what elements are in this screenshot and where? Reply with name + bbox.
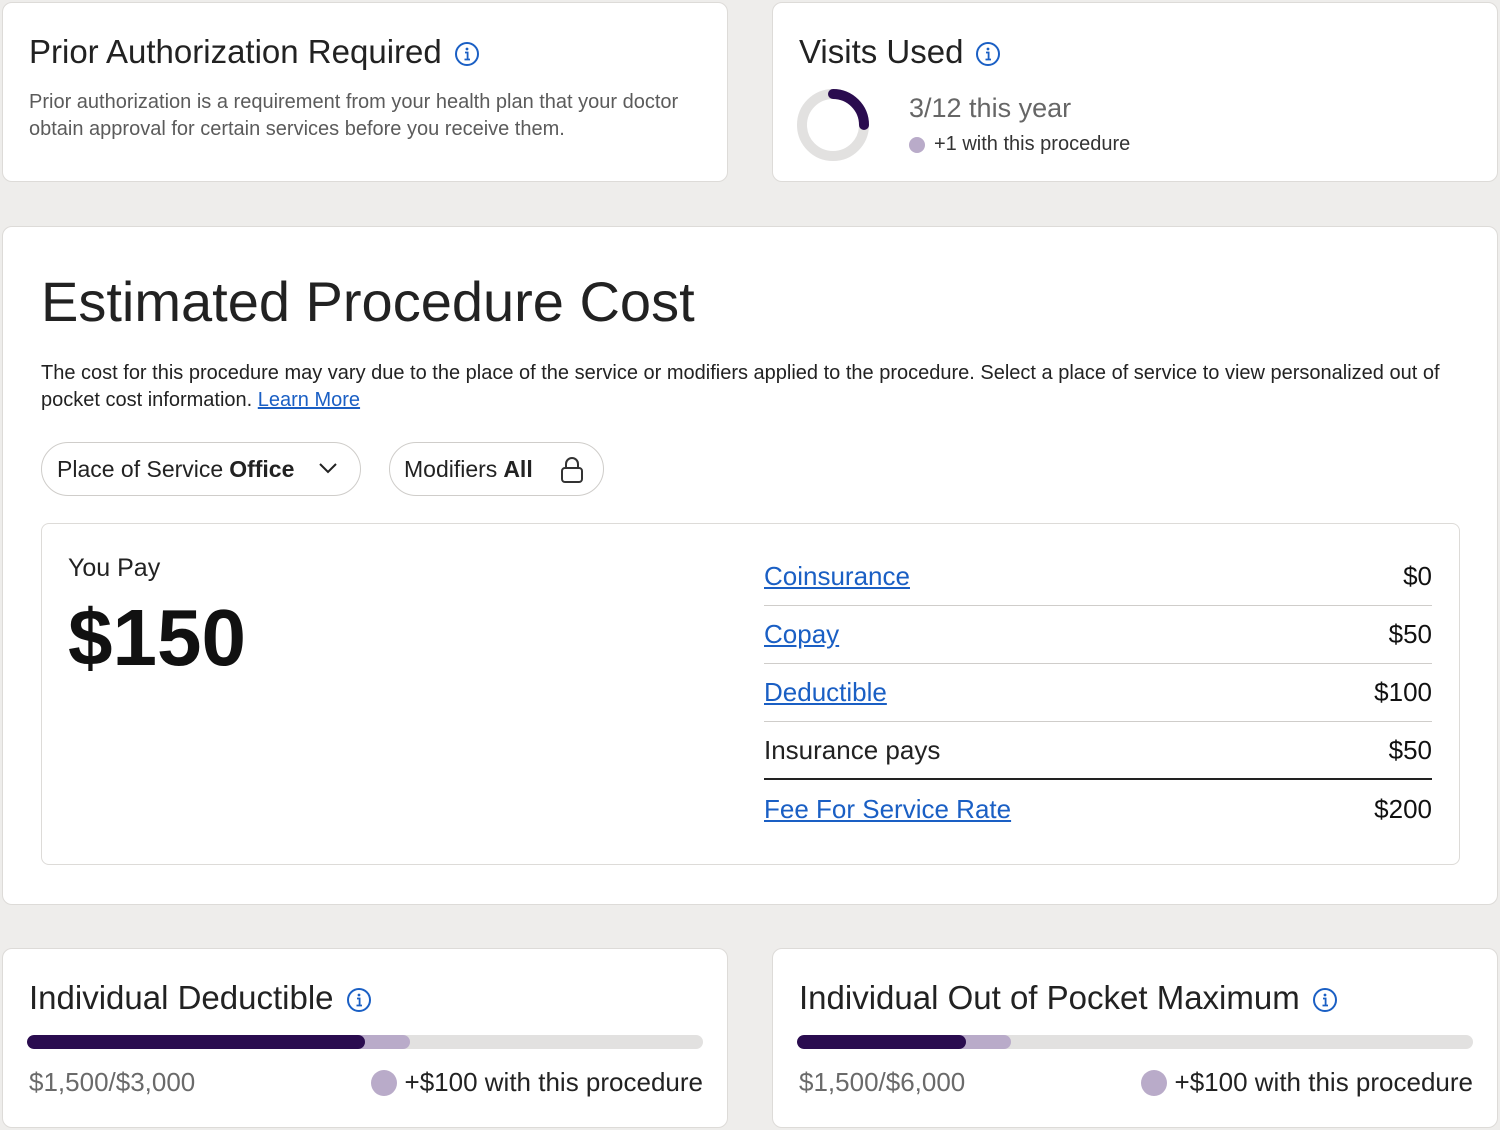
breakdown-row-coinsurance: Coinsurance $0 <box>764 548 1432 606</box>
oop-progress-bar <box>797 1035 1473 1049</box>
coinsurance-value: $0 <box>1403 561 1432 591</box>
breakdown-row-fee-for-service: Fee For Service Rate $200 <box>764 780 1432 838</box>
copay-value: $50 <box>1388 619 1432 649</box>
legend-dot <box>1140 1069 1167 1096</box>
individual-deductible-title: Individual Deductible <box>29 979 372 1017</box>
oop-procedure-note: +$100 with this procedure <box>1140 1067 1473 1098</box>
deductible-link[interactable]: Deductible <box>764 677 887 708</box>
deductible-progress-bar <box>27 1035 703 1049</box>
deductible-used-fill <box>27 1035 365 1049</box>
insurance-pays-value: $50 <box>1388 734 1432 765</box>
chevron-down-icon <box>319 463 337 474</box>
fee-for-service-link[interactable]: Fee For Service Rate <box>764 794 1011 825</box>
insurance-pays-label: Insurance pays <box>764 734 941 765</box>
info-icon[interactable] <box>346 987 372 1013</box>
estimated-cost-description: The cost for this procedure may vary due… <box>41 362 1440 411</box>
place-of-service-dropdown[interactable]: Place of Service Office <box>41 442 361 496</box>
modifiers-selector[interactable]: Modifiers All <box>389 442 604 496</box>
visits-used-arc <box>828 89 869 130</box>
breakdown-row-copay: Copay $50 <box>764 606 1432 664</box>
estimated-cost-card: Estimated Procedure Cost The cost for th… <box>2 226 1498 905</box>
out-of-pocket-max-title: Individual Out of Pocket Maximum <box>799 979 1338 1017</box>
legend-dot <box>370 1069 397 1096</box>
oop-used-fill <box>797 1035 966 1049</box>
deductible-amount: $1,500/$3,000 <box>29 1067 196 1097</box>
visits-donut-chart <box>797 89 869 161</box>
legend-dot <box>909 136 925 153</box>
individual-deductible-card: Individual Deductible $1,500/$3,000 +$10… <box>2 948 728 1128</box>
copay-link[interactable]: Copay <box>764 619 839 650</box>
prior-authorization-card: Prior Authorization Required Prior autho… <box>2 2 728 182</box>
learn-more-link[interactable]: Learn More <box>258 389 360 411</box>
coinsurance-link[interactable]: Coinsurance <box>764 561 910 592</box>
info-icon[interactable] <box>1312 987 1338 1013</box>
prior-authorization-title: Prior Authorization Required <box>29 33 480 71</box>
deductible-procedure-note: +$100 with this procedure <box>370 1067 703 1098</box>
you-pay-amount: $150 <box>68 593 246 682</box>
visits-used-title: Visits Used <box>799 33 1001 71</box>
lock-icon <box>561 457 583 483</box>
visits-count: 3/12 this year <box>909 93 1072 123</box>
out-of-pocket-max-card: Individual Out of Pocket Maximum $1,500/… <box>772 948 1498 1128</box>
deductible-value: $100 <box>1374 677 1432 707</box>
visits-used-card: Visits Used 3/12 this year +1 with this … <box>772 2 1498 182</box>
cost-breakdown-box: You Pay $150 Coinsurance $0 Copay $50 De… <box>41 523 1460 865</box>
info-icon[interactable] <box>975 41 1001 67</box>
breakdown-row-deductible: Deductible $100 <box>764 664 1432 722</box>
info-icon[interactable] <box>454 41 480 67</box>
you-pay-label: You Pay <box>68 554 161 582</box>
estimated-cost-title: Estimated Procedure Cost <box>41 270 695 333</box>
oop-amount: $1,500/$6,000 <box>799 1067 966 1097</box>
cost-breakdown-list: Coinsurance $0 Copay $50 Deductible $100… <box>764 548 1432 838</box>
fee-for-service-value: $200 <box>1374 793 1432 824</box>
visits-procedure-note: +1 with this procedure <box>909 133 1130 156</box>
prior-authorization-description: Prior authorization is a requirement fro… <box>29 91 679 140</box>
breakdown-row-insurance-pays: Insurance pays $50 <box>764 722 1432 780</box>
